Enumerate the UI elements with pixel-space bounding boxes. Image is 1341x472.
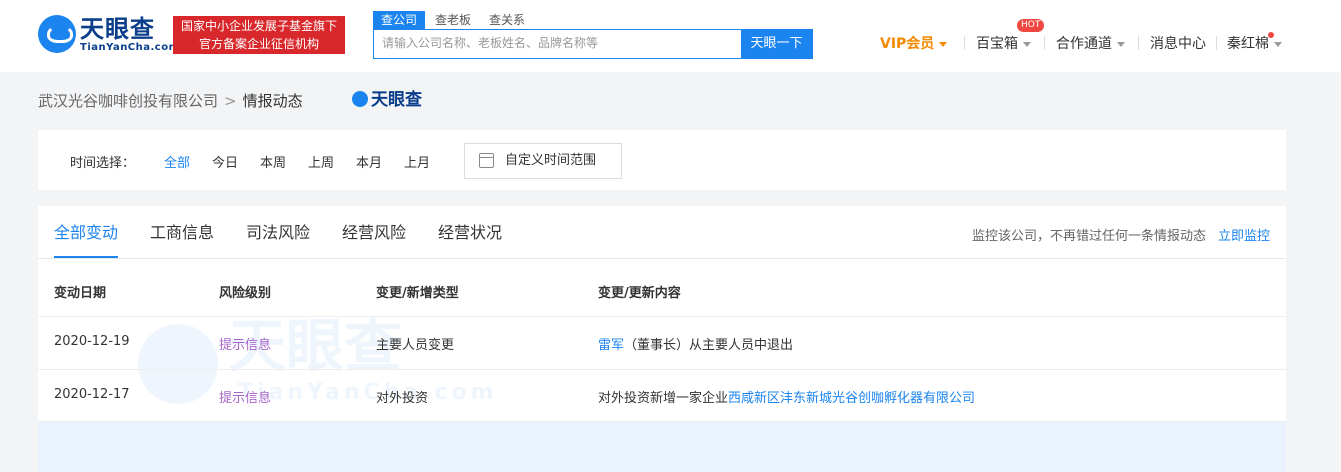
row-divider [38, 369, 1286, 370]
row-risk-level: 提示信息 [219, 391, 272, 406]
badge-line-2: 官方备案企业征信机构 [198, 37, 319, 51]
row-content-text: 对外投资新增一家企业 [598, 391, 729, 406]
chevron-down-icon [1117, 41, 1125, 47]
breadcrumb-current: 情报动态 [242, 92, 303, 110]
search-tab-relation[interactable]: 查关系 [481, 11, 533, 29]
column-header-type: 变更/新增类型 [376, 286, 459, 301]
logo-text: 天眼查 [80, 15, 155, 43]
monitor-hint: 监控该公司，不再错过任何一条情报动态 [971, 229, 1206, 244]
column-header-date: 变动日期 [54, 286, 107, 301]
chevron-down-icon [939, 41, 948, 47]
tab-business-info[interactable]: 工商信息 [150, 222, 214, 244]
user-menu[interactable]: 秦红棉 [1227, 35, 1282, 53]
notification-dot-icon [1268, 32, 1274, 38]
nav-divider [1044, 36, 1045, 50]
tabs-divider [38, 258, 1286, 259]
row-date: 2020-12-19 [54, 334, 130, 349]
tab-operating-risk[interactable]: 经营风险 [342, 222, 406, 244]
time-filter-label: 时间选择： [70, 156, 136, 171]
badge-line-1: 国家中小企业发展子基金旗下 [180, 19, 337, 33]
partner-menu[interactable]: 合作通道 [1056, 35, 1125, 53]
tab-all-changes[interactable]: 全部变动 [54, 222, 118, 244]
row-date: 2020-12-17 [54, 387, 130, 402]
breadcrumb-logo: 天眼查 [352, 90, 422, 110]
search-input[interactable] [374, 30, 750, 56]
eye-logo-icon [352, 91, 368, 107]
search-type-tabs: 查公司 查老板 查关系 [373, 11, 535, 29]
treasure-menu[interactable]: 百宝箱 [976, 35, 1031, 53]
row-content-text: （董事长）从主要人员中退出 [624, 338, 794, 353]
time-option-this-month[interactable]: 本月 [356, 152, 382, 171]
breadcrumb-separator: > [224, 92, 237, 110]
time-option-today[interactable]: 今日 [212, 152, 238, 171]
tianyancha-logo[interactable]: 天眼查 TianYanCha.com [38, 15, 179, 55]
messages-link[interactable]: 消息中心 [1150, 35, 1206, 53]
table-row-hovered[interactable] [38, 422, 1286, 472]
tab-judicial-risk[interactable]: 司法风险 [246, 222, 310, 244]
official-badge: 国家中小企业发展子基金旗下 官方备案企业征信机构 [173, 16, 345, 54]
vip-menu[interactable]: VIP会员 [880, 35, 948, 53]
watermark-domain: TianYanCha.com [238, 380, 498, 405]
vip-label: VIP会员 [880, 36, 935, 52]
breadcrumb: 武汉光谷咖啡创投有限公司 > 情报动态 [38, 91, 303, 111]
top-header: 天眼查 TianYanCha.com 国家中小企业发展子基金旗下 官方备案企业征… [0, 0, 1341, 72]
logo-domain: TianYanCha.com [80, 42, 180, 53]
time-filter-panel: 时间选择： 全部 今日 本周 上周 本月 上月 自定义时间范围 [38, 130, 1286, 190]
search-box: 天眼一下 [373, 29, 813, 59]
calendar-icon [479, 153, 494, 168]
nav-divider [964, 36, 965, 50]
person-link[interactable]: 雷军 [598, 338, 624, 353]
search-button[interactable]: 天眼一下 [741, 30, 812, 58]
row-divider [38, 316, 1286, 317]
partner-label: 合作通道 [1056, 36, 1112, 52]
watermark-logo-icon [138, 324, 218, 404]
changes-card: 天眼查 TianYanCha.com 全部变动 工商信息 司法风险 经营风险 经… [38, 206, 1286, 472]
user-name: 秦红棉 [1227, 36, 1269, 52]
row-content: 对外投资新增一家企业西咸新区沣东新城光谷创咖孵化器有限公司 [598, 387, 975, 406]
row-risk-level: 提示信息 [219, 338, 272, 353]
time-option-all[interactable]: 全部 [164, 152, 190, 171]
nav-divider [1216, 36, 1217, 50]
search-tab-company[interactable]: 查公司 [373, 11, 426, 29]
tab-operating-status[interactable]: 经营状况 [438, 222, 502, 244]
nav-divider [1138, 36, 1139, 50]
row-change-type: 对外投资 [376, 391, 429, 406]
column-header-risk: 风险级别 [219, 286, 272, 301]
custom-range-button[interactable]: 自定义时间范围 [464, 143, 622, 179]
chevron-down-icon [1274, 41, 1282, 47]
row-change-type: 主要人员变更 [376, 338, 455, 353]
chevron-down-icon [1023, 41, 1031, 47]
treasure-label: 百宝箱 [976, 36, 1018, 52]
time-option-last-month[interactable]: 上月 [404, 152, 430, 171]
eye-logo-icon [38, 15, 76, 53]
column-header-content: 变更/更新内容 [598, 286, 681, 301]
breadcrumb-company[interactable]: 武汉光谷咖啡创投有限公司 [38, 92, 218, 110]
breadcrumb-logo-text: 天眼查 [371, 90, 422, 110]
search-tab-boss[interactable]: 查老板 [427, 11, 479, 29]
hot-badge: HOT [1017, 19, 1045, 32]
monitor-now-link[interactable]: 立即监控 [1218, 225, 1270, 244]
row-content: 雷军（董事长）从主要人员中退出 [598, 334, 793, 353]
custom-range-label: 自定义时间范围 [505, 153, 597, 168]
time-option-this-week[interactable]: 本周 [260, 152, 286, 171]
time-option-last-week[interactable]: 上周 [308, 152, 334, 171]
company-link[interactable]: 西咸新区沣东新城光谷创咖孵化器有限公司 [728, 391, 975, 406]
